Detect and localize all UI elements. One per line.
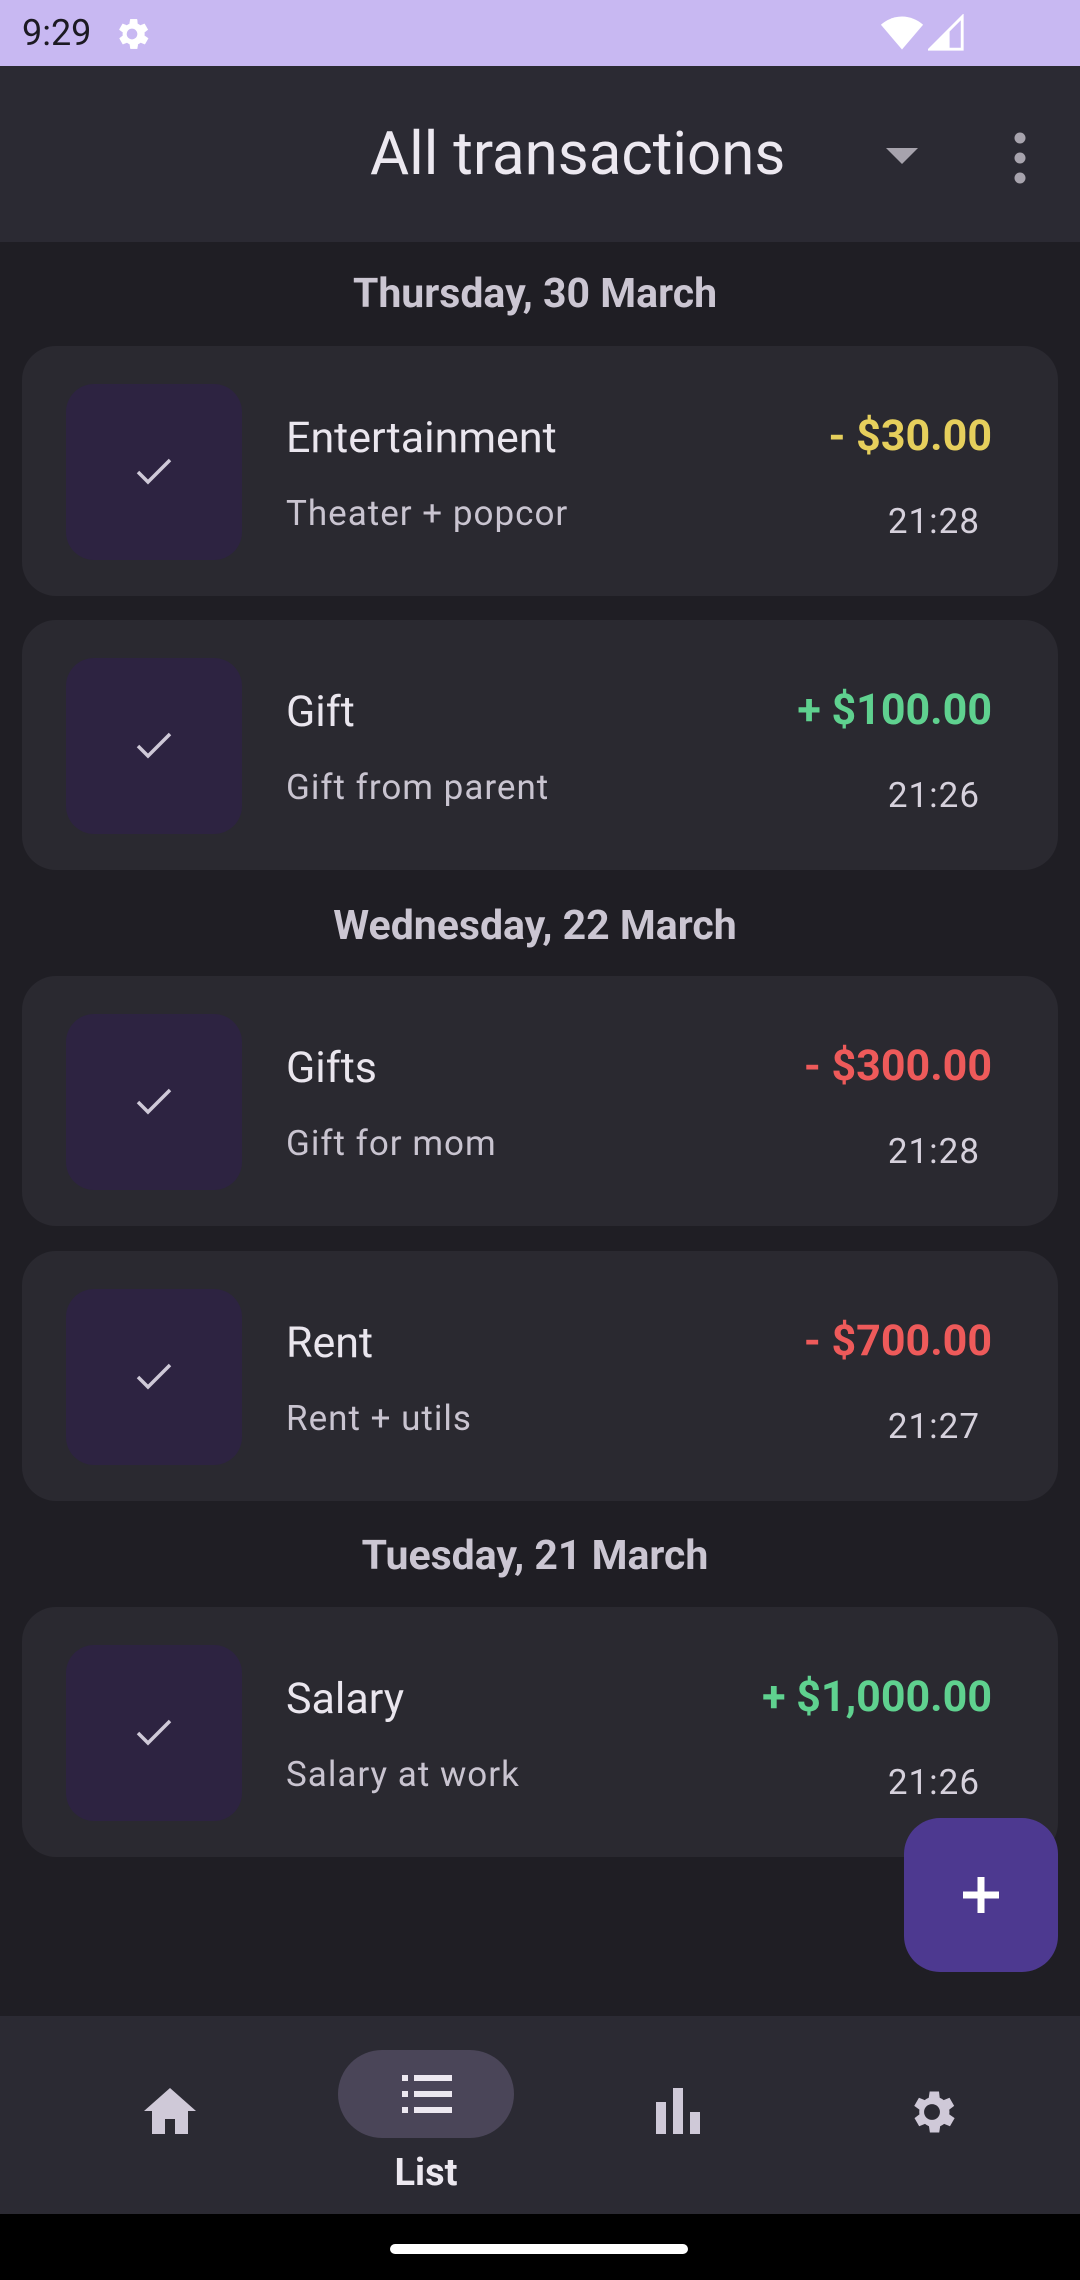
- list-icon: [402, 2075, 452, 2113]
- transaction-card[interactable]: Entertainment Theater + popcor - $30.00 …: [22, 346, 1058, 596]
- nav-item-home[interactable]: [70, 2016, 270, 2214]
- nav-label-list[interactable]: List: [338, 2150, 514, 2196]
- transaction-time: 21:26: [887, 775, 980, 816]
- transaction-amount: - $30.00: [828, 411, 992, 461]
- transaction-icon-box: [66, 658, 242, 834]
- transaction-category: Entertainment: [286, 413, 557, 463]
- bar-chart-icon: [656, 2088, 700, 2134]
- home-gesture-handle[interactable]: [390, 2244, 688, 2254]
- system-navigation-bar: [0, 2214, 1080, 2280]
- more-vert-icon[interactable]: [1000, 128, 1040, 188]
- app-bar: All transactions: [0, 66, 1080, 242]
- date-header: Wednesday, 22 March: [333, 902, 737, 950]
- transaction-note: Gift for mom: [286, 1123, 497, 1164]
- transaction-time: 21:28: [887, 501, 980, 542]
- transaction-icon-box: [66, 1289, 242, 1465]
- check-icon: [136, 1719, 172, 1746]
- gear-icon: [119, 19, 149, 49]
- signal-icon: [928, 14, 964, 51]
- plus-icon: [963, 1877, 999, 1913]
- transaction-icon-box: [66, 1645, 242, 1821]
- transaction-category: Salary: [286, 1674, 405, 1724]
- transaction-filter-dropdown[interactable]: All transactions: [370, 118, 785, 190]
- nav-item-settings[interactable]: [832, 2016, 1032, 2214]
- transaction-icon-box: [66, 384, 242, 560]
- wifi-icon: [880, 16, 924, 50]
- transaction-category: Rent: [286, 1318, 374, 1368]
- transaction-amount: + $1,000.00: [762, 1672, 992, 1722]
- nav-item-statistics[interactable]: [578, 2016, 778, 2214]
- check-icon: [136, 732, 172, 759]
- check-icon: [136, 458, 172, 485]
- transaction-category: Gifts: [286, 1043, 377, 1093]
- transaction-note: Salary at work: [286, 1754, 520, 1795]
- status-time: 9:29: [22, 12, 92, 54]
- check-icon: [136, 1088, 172, 1115]
- home-icon: [144, 2088, 196, 2134]
- transaction-card[interactable]: Salary Salary at work + $1,000.00 21:26: [22, 1607, 1058, 1857]
- nav-item-list[interactable]: [338, 2050, 514, 2138]
- transaction-note: Gift from parent: [286, 767, 550, 808]
- arrow-drop-down-icon[interactable]: [884, 144, 920, 168]
- transaction-card[interactable]: Gift Gift from parent + $100.00 21:26: [22, 620, 1058, 870]
- add-transaction-button[interactable]: [904, 1818, 1058, 1972]
- transaction-card[interactable]: Rent Rent + utils - $700.00 21:27: [22, 1251, 1058, 1501]
- transaction-amount: - $300.00: [803, 1041, 992, 1091]
- settings-icon: [914, 2091, 955, 2133]
- check-icon: [136, 1363, 172, 1390]
- transaction-note: Theater + popcor: [286, 493, 569, 534]
- status-bar: 9:29: [0, 0, 1080, 66]
- transaction-time: 21:26: [887, 1762, 980, 1803]
- date-header: Thursday, 30 March: [352, 270, 718, 318]
- transaction-icon-box: [66, 1014, 242, 1190]
- transaction-time: 21:28: [887, 1131, 980, 1172]
- bottom-navigation: List: [0, 2016, 1080, 2214]
- transaction-time: 21:27: [887, 1406, 980, 1447]
- date-header: Tuesday, 21 March: [361, 1532, 709, 1580]
- transaction-category: Gift: [286, 687, 355, 737]
- transaction-amount: + $100.00: [797, 685, 992, 735]
- transaction-amount: - $700.00: [803, 1316, 992, 1366]
- transaction-note: Rent + utils: [286, 1398, 472, 1439]
- transaction-card[interactable]: Gifts Gift for mom - $300.00 21:28: [22, 976, 1058, 1226]
